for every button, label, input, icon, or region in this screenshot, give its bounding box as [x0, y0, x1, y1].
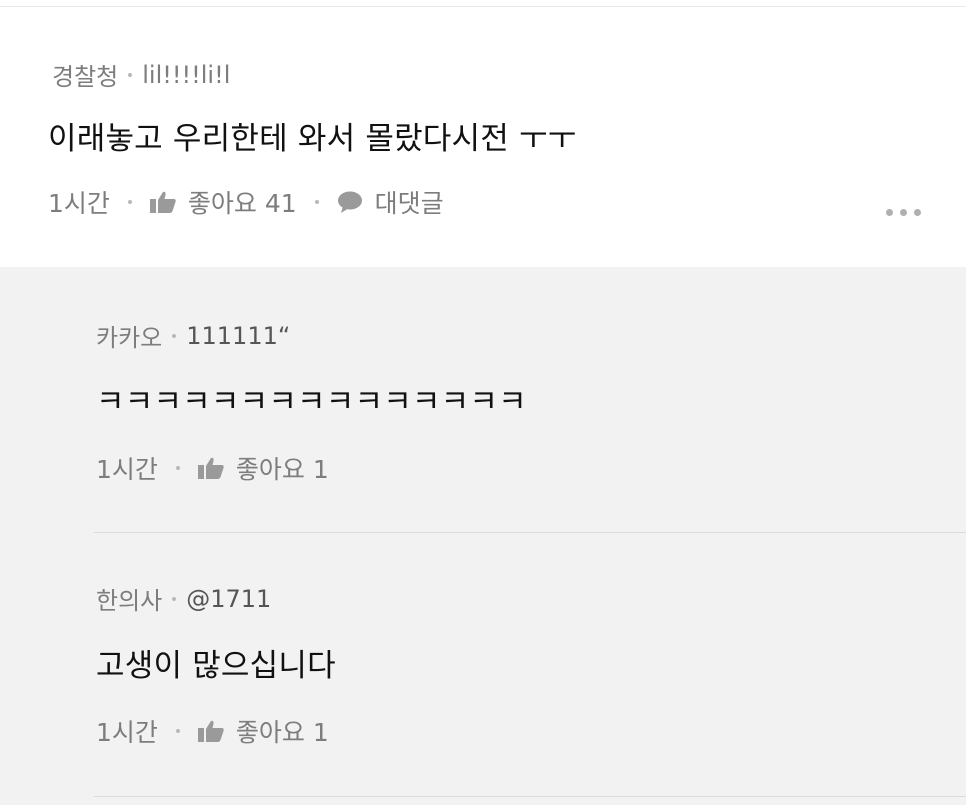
comment-actions: 1시간 좋아요 41 대댓글: [48, 184, 444, 220]
like-button[interactable]: 좋아요 41: [149, 184, 297, 220]
like-label: 좋아요 1: [235, 455, 329, 484]
reply-meta: 카카오 111111“: [96, 318, 290, 353]
separator-dot: [128, 72, 133, 77]
comment-author[interactable]: 경찰청: [52, 57, 118, 92]
thumbs-up-icon: [197, 720, 224, 742]
reply-author[interactable]: 카카오: [96, 318, 162, 353]
separator-dot: [175, 729, 180, 733]
reply-handle: @1711: [186, 584, 272, 613]
separator-dot: [314, 200, 319, 204]
reply-author[interactable]: 한의사: [96, 581, 162, 616]
reply-button[interactable]: 대댓글: [337, 184, 444, 220]
comment-handle: lil!!!!li!l: [142, 60, 231, 89]
like-label: 좋아요 41: [187, 189, 297, 218]
comment-time: 1시간: [48, 189, 110, 218]
reply-meta: 한의사 @1711: [96, 581, 271, 616]
separator-dot: [175, 466, 180, 470]
reply-time: 1시간: [96, 455, 158, 484]
like-button[interactable]: 좋아요 1: [197, 713, 329, 749]
reply-label: 대댓글: [374, 189, 444, 218]
comment-text: 이래놓고 우리한테 와서 몰랐다시전 ㅜㅜ: [48, 121, 577, 157]
reply-divider: [94, 796, 966, 797]
more-horizontal-icon: [886, 209, 893, 216]
thumbs-up-icon: [149, 191, 176, 213]
like-button[interactable]: 좋아요 1: [197, 450, 329, 486]
reply-text: ㅋㅋㅋㅋㅋㅋㅋㅋㅋㅋㅋㅋㅋㅋㅋ: [96, 384, 527, 420]
thumbs-up-icon: [197, 457, 224, 479]
like-label: 좋아요 1: [235, 718, 329, 747]
reply-time: 1시간: [96, 718, 158, 747]
speech-bubble-icon: [337, 191, 363, 213]
comment-meta: 경찰청 lil!!!!li!l: [52, 57, 230, 92]
separator-dot: [127, 200, 132, 204]
separator-dot: [172, 333, 177, 338]
reply-divider: [94, 532, 966, 533]
more-options-button[interactable]: [882, 205, 925, 220]
separator-dot: [172, 596, 177, 601]
reply-handle: 111111“: [186, 321, 291, 350]
reply-text: 고생이 많으십니다: [96, 648, 336, 684]
reply-actions: 1시간 좋아요 1: [96, 450, 329, 486]
reply-actions: 1시간 좋아요 1: [96, 713, 329, 749]
